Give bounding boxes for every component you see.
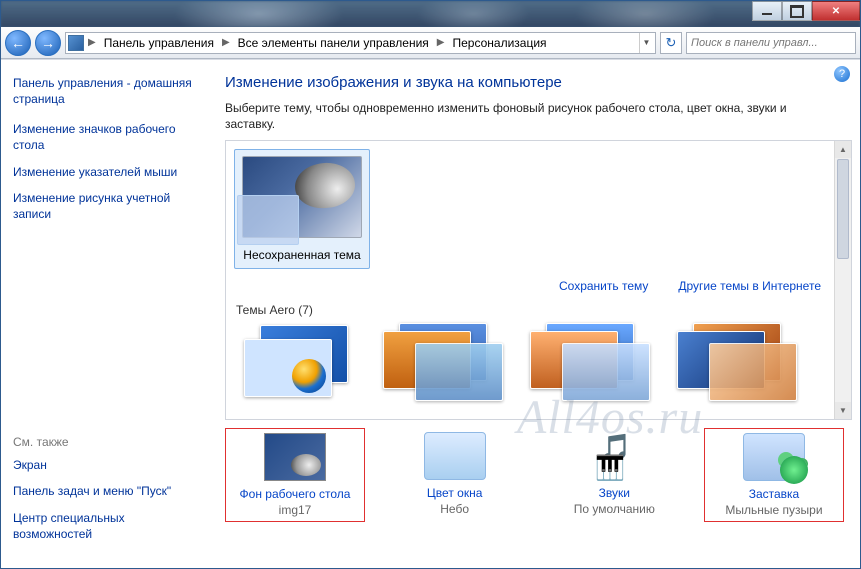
body: Панель управления - домашняя страница Из… (1, 59, 860, 568)
online-themes-link[interactable]: Другие темы в Интернете (678, 279, 821, 293)
breadcrumb-item[interactable]: Панель управления (100, 34, 218, 52)
sidebar: Панель управления - домашняя страница Из… (1, 60, 211, 568)
theme-thumbnail (562, 343, 650, 401)
bottom-settings-row: Фон рабочего стола img17 Цвет окна Небо … (225, 428, 852, 522)
scroll-up-button[interactable]: ▲ (835, 141, 851, 158)
page-title: Изменение изображения и звука на компьют… (225, 74, 852, 91)
sidebar-link-display[interactable]: Экран (13, 457, 199, 473)
setting-value: img17 (279, 503, 312, 517)
theme-thumbnail (415, 343, 503, 401)
sounds-button[interactable]: Звуки По умолчанию (544, 428, 684, 522)
control-panel-icon (68, 35, 84, 51)
wallpaper-icon (264, 433, 326, 481)
window-color-button[interactable]: Цвет окна Небо (385, 428, 525, 522)
window-color-icon (424, 432, 486, 480)
breadcrumb-item[interactable]: Персонализация (448, 34, 550, 52)
chevron-right-icon: ▶ (220, 37, 232, 48)
breadcrumb-dropdown[interactable]: ▼ (639, 33, 653, 53)
sidebar-link-taskbar[interactable]: Панель задач и меню "Пуск" (13, 483, 199, 499)
forward-button[interactable]: → (35, 30, 61, 56)
sidebar-link-account-picture[interactable]: Изменение рисунка учетной записи (13, 190, 199, 222)
theme-links: Сохранить тему Другие темы в Интернете (234, 269, 845, 299)
aero-section-label: Темы Aero (7) (236, 303, 845, 317)
aero-theme-item[interactable] (530, 323, 655, 413)
setting-value: По умолчанию (574, 502, 655, 516)
scrollbar-thumb[interactable] (837, 159, 849, 259)
maximize-button[interactable] (782, 1, 812, 21)
save-theme-link[interactable]: Сохранить тему (559, 279, 648, 293)
sidebar-home-link[interactable]: Панель управления - домашняя страница (13, 76, 199, 107)
content: ? Изменение изображения и звука на компь… (211, 60, 860, 568)
see-also-label: См. также (13, 435, 199, 449)
aero-themes-row (234, 323, 845, 413)
scroll-down-button[interactable]: ▼ (835, 402, 851, 419)
sounds-icon (583, 432, 645, 480)
page-description: Выберите тему, чтобы одновременно измени… (225, 101, 805, 132)
screensaver-button[interactable]: Заставка Мыльные пузыри (704, 428, 844, 522)
scrollbar[interactable]: ▲ ▼ (834, 141, 851, 419)
breadcrumb[interactable]: ▶ Панель управления ▶ Все элементы панел… (65, 32, 656, 54)
titlebar (1, 1, 860, 27)
close-button[interactable] (812, 1, 860, 21)
aero-theme-item[interactable] (383, 323, 508, 413)
window-buttons (752, 1, 860, 21)
chevron-right-icon: ▶ (86, 37, 98, 48)
nav-bar: ← → ▶ Панель управления ▶ Все элементы п… (1, 27, 860, 59)
refresh-button[interactable]: ↻ (660, 32, 682, 54)
chevron-right-icon: ▶ (435, 37, 447, 48)
aero-theme-item[interactable] (236, 323, 361, 413)
screensaver-icon (743, 433, 805, 481)
minimize-button[interactable] (752, 1, 782, 21)
setting-value: Мыльные пузыри (725, 503, 822, 517)
sidebar-link-desktop-icons[interactable]: Изменение значков рабочего стола (13, 121, 199, 153)
setting-label: Фон рабочего стола (226, 487, 364, 501)
theme-thumbnail (709, 343, 797, 401)
sidebar-link-accessibility[interactable]: Центр специальных возможностей (13, 510, 199, 542)
aero-theme-item[interactable] (677, 323, 802, 413)
help-icon[interactable]: ? (834, 66, 850, 82)
setting-value: Небо (440, 502, 469, 516)
setting-label: Цвет окна (385, 486, 525, 500)
theme-label: Несохраненная тема (241, 248, 363, 262)
breadcrumb-item[interactable]: Все элементы панели управления (234, 34, 433, 52)
titlebar-art (1, 1, 860, 27)
sidebar-link-mouse-pointers[interactable]: Изменение указателей мыши (13, 164, 199, 180)
themes-panel: Несохраненная тема Сохранить тему Другие… (225, 140, 852, 420)
search-input[interactable] (686, 32, 856, 54)
back-button[interactable]: ← (5, 30, 31, 56)
theme-thumbnail (242, 156, 362, 238)
desktop-background-button[interactable]: Фон рабочего стола img17 (225, 428, 365, 522)
window: ← → ▶ Панель управления ▶ Все элементы п… (0, 0, 861, 569)
setting-label: Звуки (544, 486, 684, 500)
setting-label: Заставка (705, 487, 843, 501)
windows-orb-icon (292, 359, 326, 393)
theme-item-unsaved[interactable]: Несохраненная тема (234, 149, 370, 269)
